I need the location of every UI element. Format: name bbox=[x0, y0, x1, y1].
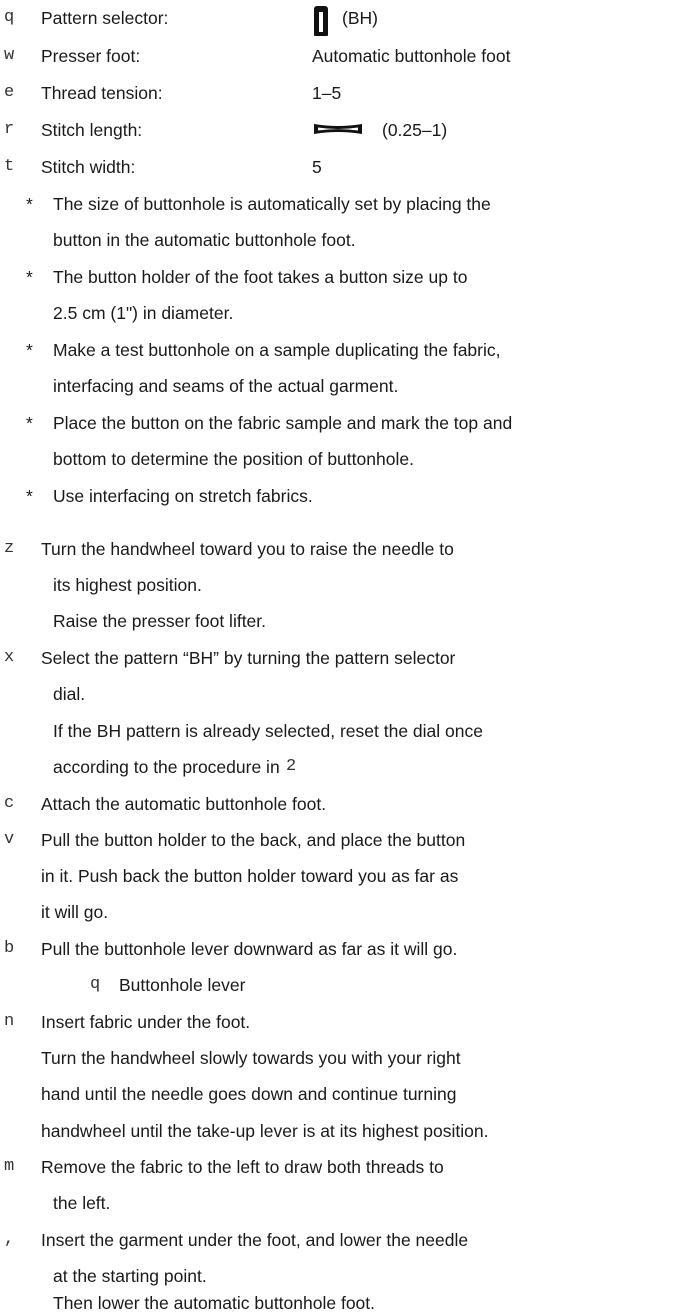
note-text: The button holder of the foot takes a bu… bbox=[53, 267, 468, 287]
note-bullet: * bbox=[26, 194, 33, 214]
step-text: If the BH pattern is already selected, r… bbox=[53, 721, 483, 741]
step-marker: c bbox=[4, 794, 15, 813]
step-marker: x bbox=[4, 648, 15, 667]
note-text: button in the automatic buttonhole foot. bbox=[53, 230, 356, 250]
setting-value: (BH) bbox=[342, 8, 378, 28]
marker-e: e bbox=[4, 83, 15, 102]
marker-w: w bbox=[4, 46, 15, 65]
note-bullet: * bbox=[26, 413, 33, 433]
step-text: according to the procedure in bbox=[53, 757, 280, 777]
step-text: Pull the buttonhole lever downward as fa… bbox=[41, 939, 458, 959]
step-text: Raise the presser foot lifter. bbox=[53, 611, 267, 631]
note-text: Make a test buttonhole on a sample dupli… bbox=[53, 340, 501, 360]
step-text: Turn the handwheel toward you to raise t… bbox=[41, 539, 454, 559]
setting-label: Presser foot: bbox=[41, 46, 141, 66]
setting-value: 1–5 bbox=[312, 83, 342, 103]
note-text: interfacing and seams of the actual garm… bbox=[53, 376, 399, 396]
setting-presser-foot: w Presser foot: Automatic buttonhole foo… bbox=[0, 46, 683, 70]
step-text: hand until the needle goes down and cont… bbox=[41, 1084, 457, 1104]
step-text: Then lower the automatic buttonhole foot… bbox=[53, 1293, 376, 1313]
setting-value: 5 bbox=[312, 157, 322, 177]
step-marker: m bbox=[4, 1157, 15, 1176]
note-text: The size of buttonhole is automatically … bbox=[53, 194, 491, 214]
step-text: Pull the button holder to the back, and … bbox=[41, 830, 466, 850]
setting-value: Automatic buttonhole foot bbox=[312, 46, 511, 66]
note-bullet: * bbox=[26, 486, 33, 506]
step-text: Insert the garment under the foot, and l… bbox=[41, 1230, 469, 1250]
sub-marker: q bbox=[90, 975, 101, 994]
setting-stitch-width: t Stitch width: 5 bbox=[0, 157, 683, 181]
note-text: Use interfacing on stretch fabrics. bbox=[53, 486, 313, 506]
note-text: 2.5 cm (1") in diameter. bbox=[53, 303, 234, 323]
marker-t: t bbox=[4, 157, 15, 176]
step-text: at the starting point. bbox=[53, 1266, 207, 1286]
setting-thread-tension: e Thread tension: 1–5 bbox=[0, 83, 683, 107]
step-marker: b bbox=[4, 939, 15, 958]
step-marker: v bbox=[4, 830, 15, 849]
step-text: Insert fabric under the foot. bbox=[41, 1012, 251, 1032]
note-bullet: * bbox=[26, 340, 33, 360]
setting-label: Thread tension: bbox=[41, 83, 163, 103]
note-bullet: * bbox=[26, 267, 33, 287]
sub-label: Buttonhole lever bbox=[119, 975, 246, 995]
step-text: Turn the handwheel slowly towards you wi… bbox=[41, 1048, 461, 1068]
marker-r: r bbox=[4, 120, 15, 139]
buttonhole-pattern-icon bbox=[314, 6, 328, 36]
step-marker: , bbox=[4, 1230, 15, 1249]
setting-value: (0.25–1) bbox=[382, 120, 448, 140]
step-text: its highest position. bbox=[53, 575, 202, 595]
step-text: in it. Push back the button holder towar… bbox=[41, 866, 459, 886]
step-text: Attach the automatic buttonhole foot. bbox=[41, 794, 327, 814]
marker-q: q bbox=[4, 8, 15, 27]
step-text: Remove the fabric to the left to draw bo… bbox=[41, 1157, 444, 1177]
setting-stitch-length: r Stitch length: (0.25–1) bbox=[0, 120, 683, 144]
setting-label: Stitch length: bbox=[41, 120, 143, 140]
step-text: handwheel until the take-up lever is at … bbox=[41, 1121, 489, 1141]
setting-label: Stitch width: bbox=[41, 157, 136, 177]
note-text: Place the button on the fabric sample an… bbox=[53, 413, 513, 433]
step-text: Select the pattern “BH” by turning the p… bbox=[41, 648, 456, 668]
setting-pattern-selector: q Pattern selector: (BH) bbox=[0, 6, 683, 36]
step-text: it will go. bbox=[41, 902, 109, 922]
note-text: bottom to determine the position of butt… bbox=[53, 449, 414, 469]
step-text: dial. bbox=[53, 684, 86, 704]
step-marker: z bbox=[4, 539, 15, 558]
stitch-length-icon bbox=[314, 124, 362, 134]
setting-label: Pattern selector: bbox=[41, 8, 169, 28]
step-text: the left. bbox=[53, 1193, 111, 1213]
step-marker: n bbox=[4, 1012, 15, 1031]
step-reference: 2 bbox=[286, 757, 297, 776]
